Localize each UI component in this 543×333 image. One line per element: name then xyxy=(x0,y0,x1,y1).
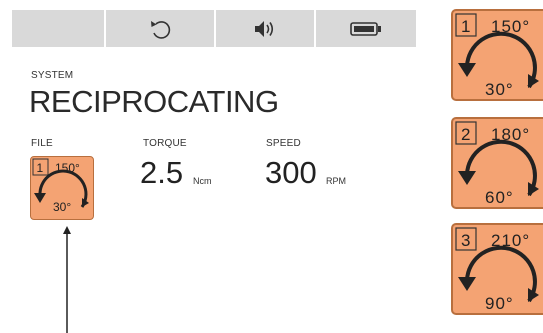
rotate-ccw-icon xyxy=(151,20,171,39)
file-card-angle-reverse: 30° xyxy=(53,200,71,214)
toolbar-blank-cell[interactable] xyxy=(12,10,106,47)
speaker-icon xyxy=(255,20,274,37)
battery-icon xyxy=(350,21,381,36)
side-card-number: 2 xyxy=(461,125,470,144)
torque-label: TORQUE xyxy=(143,138,187,149)
speed-label: SPEED xyxy=(266,138,301,149)
side-card-angle-reverse: 30° xyxy=(485,80,514,99)
file-option-card-3[interactable]: 3 210° 90° xyxy=(451,223,543,315)
file-option-card-1[interactable]: 1 150° 30° xyxy=(451,9,543,101)
torque-value: 2.5 xyxy=(140,155,184,190)
system-label: SYSTEM xyxy=(31,70,74,81)
speed-unit: RPM xyxy=(326,176,346,186)
torque-unit: Ncm xyxy=(193,176,212,186)
toolbar-sound-button[interactable] xyxy=(216,10,316,47)
side-card-angle-reverse: 60° xyxy=(485,188,514,207)
side-card-number: 1 xyxy=(461,17,470,36)
file-option-graphic: 2 180° 60° xyxy=(455,121,539,207)
system-mode-title: RECIPROCATING xyxy=(29,84,279,119)
main-panel: SYSTEM RECIPROCATING FILE TORQUE SPEED 2… xyxy=(0,0,430,333)
file-label: FILE xyxy=(31,138,53,149)
file-option-graphic: 3 210° 90° xyxy=(455,227,539,313)
side-card-number: 3 xyxy=(461,231,470,250)
toolbar-battery-button[interactable] xyxy=(316,10,416,47)
side-card-angle-reverse: 90° xyxy=(485,294,514,313)
selected-file-card[interactable]: 1 150° 30° xyxy=(30,156,94,220)
file-card-graphic: 1 150° 30° xyxy=(32,158,89,214)
toolbar-rotate-button[interactable] xyxy=(106,10,216,47)
speed-value: 300 xyxy=(265,155,317,190)
file-pointer-arrow-icon xyxy=(63,226,71,333)
file-option-card-2[interactable]: 2 180° 60° xyxy=(451,117,543,209)
file-card-number: 1 xyxy=(37,161,44,175)
top-toolbar xyxy=(12,10,416,47)
file-option-graphic: 1 150° 30° xyxy=(455,13,539,99)
